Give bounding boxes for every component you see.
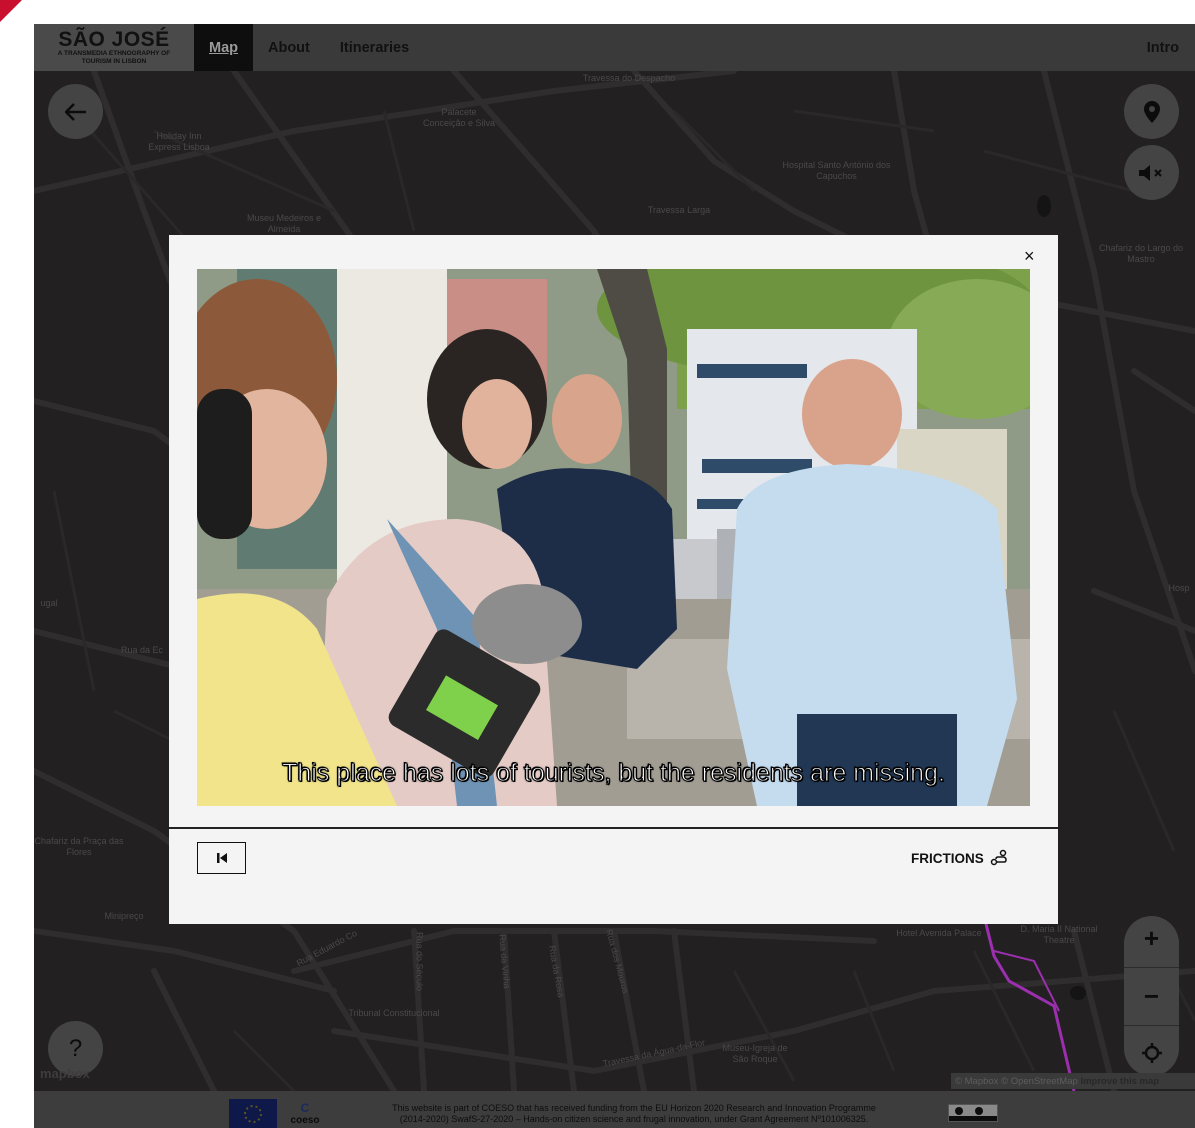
coeso-logo: C coeso (284, 1101, 326, 1126)
corner-accent (0, 0, 22, 22)
video-frame (197, 269, 1030, 806)
zoom-controls: + − (1124, 916, 1179, 1076)
map-label: Hotel Avenida Palace (896, 928, 982, 938)
divider (1124, 1024, 1179, 1026)
video-modal: × This place has lots of tourists, but t… (169, 235, 1058, 924)
funding-line-1: This website is part of COESO that has r… (392, 1103, 876, 1113)
top-nav: SÃO JOSÉ A TRANSMEDIA ETHNOGRAPHY OF TOU… (34, 24, 1195, 71)
site-logo[interactable]: SÃO JOSÉ A TRANSMEDIA ETHNOGRAPHY OF TOU… (34, 24, 194, 71)
theme-tag-frictions[interactable]: FRICTIONS (911, 849, 1008, 867)
map-label: Rua do Século (414, 931, 425, 992)
divider (1124, 966, 1179, 968)
map-label: Rua da Ec (120, 645, 164, 655)
map-label: Hospital Santo António dos Capuchos (782, 160, 891, 181)
eu-flag-logo (229, 1099, 277, 1128)
map-label: Travessa do Despacho (582, 73, 676, 83)
map-label: Chafariz da Praça das Flores (34, 836, 124, 857)
speaker-muted-icon (1138, 164, 1162, 181)
logo-title: SÃO JOSÉ (58, 28, 170, 51)
arrow-left-icon (64, 102, 86, 121)
mute-button[interactable] (1124, 145, 1179, 200)
footer: C coeso This website is part of COESO th… (34, 1091, 1195, 1128)
map-label: Minipreço (104, 911, 144, 921)
coeso-wordmark: coeso (290, 1115, 320, 1126)
map-label: Holiday Inn Express Lisboa (148, 131, 210, 152)
modal-divider (169, 827, 1058, 829)
zoom-out-button[interactable]: − (1144, 981, 1159, 1012)
map-label: Palacete Conceição e Silva (422, 107, 496, 128)
map-label: Hosp (1168, 583, 1190, 593)
map-label: ugal (40, 598, 58, 608)
nav-link-about[interactable]: About (253, 24, 325, 71)
locations-button[interactable] (1124, 84, 1179, 139)
close-button[interactable]: × (1024, 247, 1035, 265)
map-attribution: © Mapbox © OpenStreetMap Improve this ma… (951, 1073, 1195, 1089)
page: SÃO JOSÉ A TRANSMEDIA ETHNOGRAPHY OF TOU… (0, 0, 1195, 1128)
attribution-osm[interactable]: © OpenStreetMap (1001, 1076, 1078, 1087)
skip-back-icon (216, 853, 227, 863)
restart-button[interactable] (197, 842, 246, 874)
crosshair-icon (1141, 1042, 1162, 1063)
improve-map-link[interactable]: Improve this map (1080, 1076, 1159, 1087)
attribution-mapbox[interactable]: © Mapbox (955, 1076, 998, 1087)
locate-button[interactable] (1141, 1039, 1162, 1070)
map-label: Museu-Igreja de São Roque (722, 1043, 788, 1064)
nav-link-map[interactable]: Map (194, 24, 253, 71)
funding-notice: This website is part of COESO that has r… (344, 1103, 924, 1125)
route-icon (990, 849, 1007, 866)
map-label: D. Maria II National Theatre (1020, 924, 1098, 945)
map-label: Travessa Larga (647, 205, 711, 215)
video-subtitle: This place has lots of tourists, but the… (282, 759, 946, 788)
video-player[interactable]: This place has lots of tourists, but the… (197, 269, 1030, 806)
map-pin-icon (1143, 100, 1160, 123)
theme-tag-label: FRICTIONS (911, 850, 984, 866)
back-button[interactable] (48, 84, 103, 139)
mapbox-logo[interactable]: mapbox (40, 1066, 90, 1081)
nav-link-intro[interactable]: Intro (1147, 40, 1195, 56)
map-label: Chafariz do Largo do Mastro (1098, 243, 1184, 264)
cc-license-badge[interactable] (948, 1104, 998, 1122)
funding-line-2: (2014-2020) SwafS-27-2020 – Hands-on cit… (399, 1114, 869, 1124)
logo-subtitle: A TRANSMEDIA ETHNOGRAPHY OF TOURISM IN L… (57, 50, 171, 65)
map-label: Museu Medeiros e Almeida (246, 213, 322, 234)
map-label: Tribunal Constitucional (348, 1008, 440, 1018)
nav-link-itineraries[interactable]: Itineraries (325, 24, 424, 71)
zoom-in-button[interactable]: + (1144, 923, 1159, 954)
